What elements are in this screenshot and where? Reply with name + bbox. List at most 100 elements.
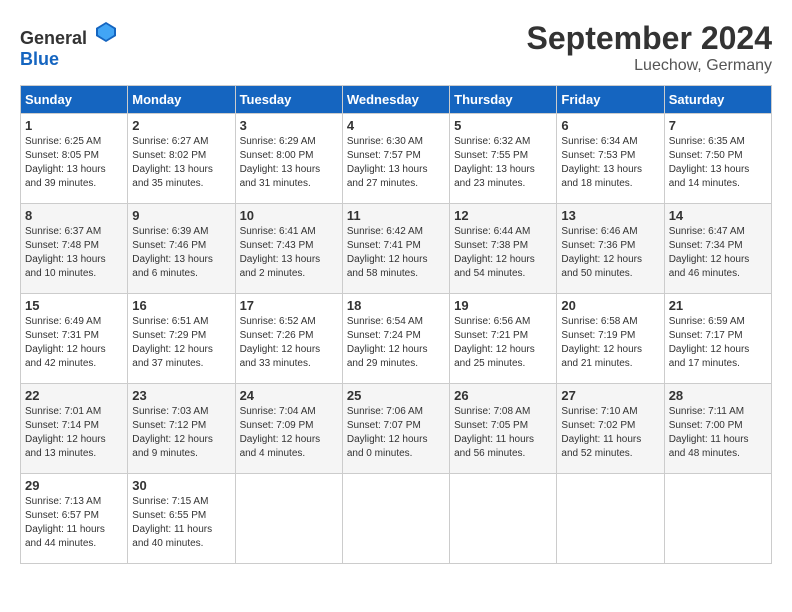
day-number: 19 — [454, 298, 552, 313]
day-number: 5 — [454, 118, 552, 133]
calendar-cell: 13 Sunrise: 6:46 AMSunset: 7:36 PMDayligh… — [557, 204, 664, 294]
day-info: Sunrise: 7:03 AMSunset: 7:12 PMDaylight:… — [132, 405, 230, 461]
day-number: 14 — [669, 208, 767, 223]
day-number: 7 — [669, 118, 767, 133]
day-number: 2 — [132, 118, 230, 133]
week-row-4: 22 Sunrise: 7:01 AMSunset: 7:14 PMDayligh… — [21, 384, 772, 474]
day-number: 28 — [669, 388, 767, 403]
calendar-cell: 17 Sunrise: 6:52 AMSunset: 7:26 PMDayligh… — [235, 294, 342, 384]
day-info: Sunrise: 6:58 AMSunset: 7:19 PMDaylight:… — [561, 315, 659, 371]
day-info: Sunrise: 6:37 AMSunset: 7:48 PMDaylight:… — [25, 225, 123, 281]
day-info: Sunrise: 7:13 AMSunset: 6:57 PMDaylight:… — [25, 495, 123, 551]
calendar-cell: 20Sunrise: 6:58 AMSunset: 7:19 PMDayligh… — [557, 294, 664, 384]
calendar-cell: 5 Sunrise: 6:32 AMSunset: 7:55 PMDaylight… — [450, 114, 557, 204]
calendar-cell — [342, 474, 449, 564]
calendar-cell: 29 Sunrise: 7:13 AMSunset: 6:57 PMDayligh… — [21, 474, 128, 564]
calendar-cell: 14 Sunrise: 6:47 AMSunset: 7:34 PMDayligh… — [664, 204, 771, 294]
day-info: Sunrise: 7:08 AMSunset: 7:05 PMDaylight:… — [454, 405, 552, 461]
day-info: Sunrise: 6:46 AMSunset: 7:36 PMDaylight:… — [561, 225, 659, 281]
day-info: Sunrise: 6:35 AMSunset: 7:50 PMDaylight:… — [669, 135, 767, 191]
logo-blue: Blue — [20, 49, 59, 69]
day-number: 17 — [240, 298, 338, 313]
day-info: Sunrise: 6:44 AMSunset: 7:38 PMDaylight:… — [454, 225, 552, 281]
day-number: 9 — [132, 208, 230, 223]
weekday-header-thursday: Thursday — [450, 86, 557, 114]
calendar-cell: 25 Sunrise: 7:06 AMSunset: 7:07 PMDayligh… — [342, 384, 449, 474]
day-number: 22 — [25, 388, 123, 403]
calendar-cell: 6 Sunrise: 6:34 AMSunset: 7:53 PMDaylight… — [557, 114, 664, 204]
day-info: Sunrise: 6:30 AMSunset: 7:57 PMDaylight:… — [347, 135, 445, 191]
weekday-header-wednesday: Wednesday — [342, 86, 449, 114]
day-info: Sunrise: 6:25 AMSunset: 8:05 PMDaylight:… — [25, 135, 123, 191]
day-number: 27 — [561, 388, 659, 403]
day-info: Sunrise: 6:42 AMSunset: 7:41 PMDaylight:… — [347, 225, 445, 281]
calendar-cell: 22 Sunrise: 7:01 AMSunset: 7:14 PMDayligh… — [21, 384, 128, 474]
day-info: Sunrise: 6:52 AMSunset: 7:26 PMDaylight:… — [240, 315, 338, 371]
calendar-table: SundayMondayTuesdayWednesdayThursdayFrid… — [20, 85, 772, 564]
day-info: Sunrise: 7:01 AMSunset: 7:14 PMDaylight:… — [25, 405, 123, 461]
calendar-cell: 18 Sunrise: 6:54 AMSunset: 7:24 PMDayligh… — [342, 294, 449, 384]
day-number: 15 — [25, 298, 123, 313]
calendar-cell: 11 Sunrise: 6:42 AMSunset: 7:41 PMDayligh… — [342, 204, 449, 294]
day-info: Sunrise: 7:06 AMSunset: 7:07 PMDaylight:… — [347, 405, 445, 461]
day-info: Sunrise: 7:15 AMSunset: 6:55 PMDaylight:… — [132, 495, 230, 551]
day-info: Sunrise: 7:10 AMSunset: 7:02 PMDaylight:… — [561, 405, 659, 461]
calendar-cell — [450, 474, 557, 564]
day-number: 3 — [240, 118, 338, 133]
day-number: 21 — [669, 298, 767, 313]
page-header: General Blue September 2024 Luechow, Ger… — [20, 20, 772, 75]
calendar-cell: 30 Sunrise: 7:15 AMSunset: 6:55 PMDayligh… — [128, 474, 235, 564]
day-info: Sunrise: 6:41 AMSunset: 7:43 PMDaylight:… — [240, 225, 338, 281]
day-info: Sunrise: 6:47 AMSunset: 7:34 PMDaylight:… — [669, 225, 767, 281]
calendar-cell: 27 Sunrise: 7:10 AMSunset: 7:02 PMDayligh… — [557, 384, 664, 474]
day-number: 26 — [454, 388, 552, 403]
weekday-header-sunday: Sunday — [21, 86, 128, 114]
day-number: 25 — [347, 388, 445, 403]
logo-general: General — [20, 28, 87, 48]
day-number: 29 — [25, 478, 123, 493]
calendar-cell: 9 Sunrise: 6:39 AMSunset: 7:46 PMDaylight… — [128, 204, 235, 294]
day-number: 10 — [240, 208, 338, 223]
day-number: 12 — [454, 208, 552, 223]
weekday-header-friday: Friday — [557, 86, 664, 114]
day-number: 23 — [132, 388, 230, 403]
day-info: Sunrise: 6:34 AMSunset: 7:53 PMDaylight:… — [561, 135, 659, 191]
calendar-cell — [557, 474, 664, 564]
calendar-cell — [664, 474, 771, 564]
calendar-cell: 4 Sunrise: 6:30 AMSunset: 7:57 PMDaylight… — [342, 114, 449, 204]
day-number: 6 — [561, 118, 659, 133]
day-info: Sunrise: 6:54 AMSunset: 7:24 PMDaylight:… — [347, 315, 445, 371]
calendar-cell: 12 Sunrise: 6:44 AMSunset: 7:38 PMDayligh… — [450, 204, 557, 294]
day-info: Sunrise: 6:59 AMSunset: 7:17 PMDaylight:… — [669, 315, 767, 371]
day-info: Sunrise: 7:11 AMSunset: 7:00 PMDaylight:… — [669, 405, 767, 461]
calendar-cell: 21 Sunrise: 6:59 AMSunset: 7:17 PMDayligh… — [664, 294, 771, 384]
day-number: 11 — [347, 208, 445, 223]
calendar-cell: 26 Sunrise: 7:08 AMSunset: 7:05 PMDayligh… — [450, 384, 557, 474]
day-info: Sunrise: 6:56 AMSunset: 7:21 PMDaylight:… — [454, 315, 552, 371]
calendar-cell: 28 Sunrise: 7:11 AMSunset: 7:00 PMDayligh… — [664, 384, 771, 474]
day-info: Sunrise: 6:51 AMSunset: 7:29 PMDaylight:… — [132, 315, 230, 371]
day-number: 8 — [25, 208, 123, 223]
week-row-2: 8 Sunrise: 6:37 AMSunset: 7:48 PMDaylight… — [21, 204, 772, 294]
day-info: Sunrise: 6:49 AMSunset: 7:31 PMDaylight:… — [25, 315, 123, 371]
day-info: Sunrise: 6:39 AMSunset: 7:46 PMDaylight:… — [132, 225, 230, 281]
logo: General Blue — [20, 20, 118, 70]
calendar-cell: 1Sunrise: 6:25 AMSunset: 8:05 PMDaylight… — [21, 114, 128, 204]
week-row-5: 29 Sunrise: 7:13 AMSunset: 6:57 PMDayligh… — [21, 474, 772, 564]
logo-icon — [94, 20, 118, 44]
calendar-cell: 24 Sunrise: 7:04 AMSunset: 7:09 PMDayligh… — [235, 384, 342, 474]
calendar-cell: 19 Sunrise: 6:56 AMSunset: 7:21 PMDayligh… — [450, 294, 557, 384]
day-number: 24 — [240, 388, 338, 403]
day-info: Sunrise: 6:32 AMSunset: 7:55 PMDaylight:… — [454, 135, 552, 191]
day-number: 30 — [132, 478, 230, 493]
day-info: Sunrise: 7:04 AMSunset: 7:09 PMDaylight:… — [240, 405, 338, 461]
day-number: 13 — [561, 208, 659, 223]
day-number: 18 — [347, 298, 445, 313]
calendar-cell: 2Sunrise: 6:27 AMSunset: 8:02 PMDaylight… — [128, 114, 235, 204]
calendar-cell: 15 Sunrise: 6:49 AMSunset: 7:31 PMDayligh… — [21, 294, 128, 384]
week-row-3: 15 Sunrise: 6:49 AMSunset: 7:31 PMDayligh… — [21, 294, 772, 384]
calendar-cell — [235, 474, 342, 564]
day-number: 4 — [347, 118, 445, 133]
day-info: Sunrise: 6:29 AMSunset: 8:00 PMDaylight:… — [240, 135, 338, 191]
logo-text: General Blue — [20, 20, 118, 70]
